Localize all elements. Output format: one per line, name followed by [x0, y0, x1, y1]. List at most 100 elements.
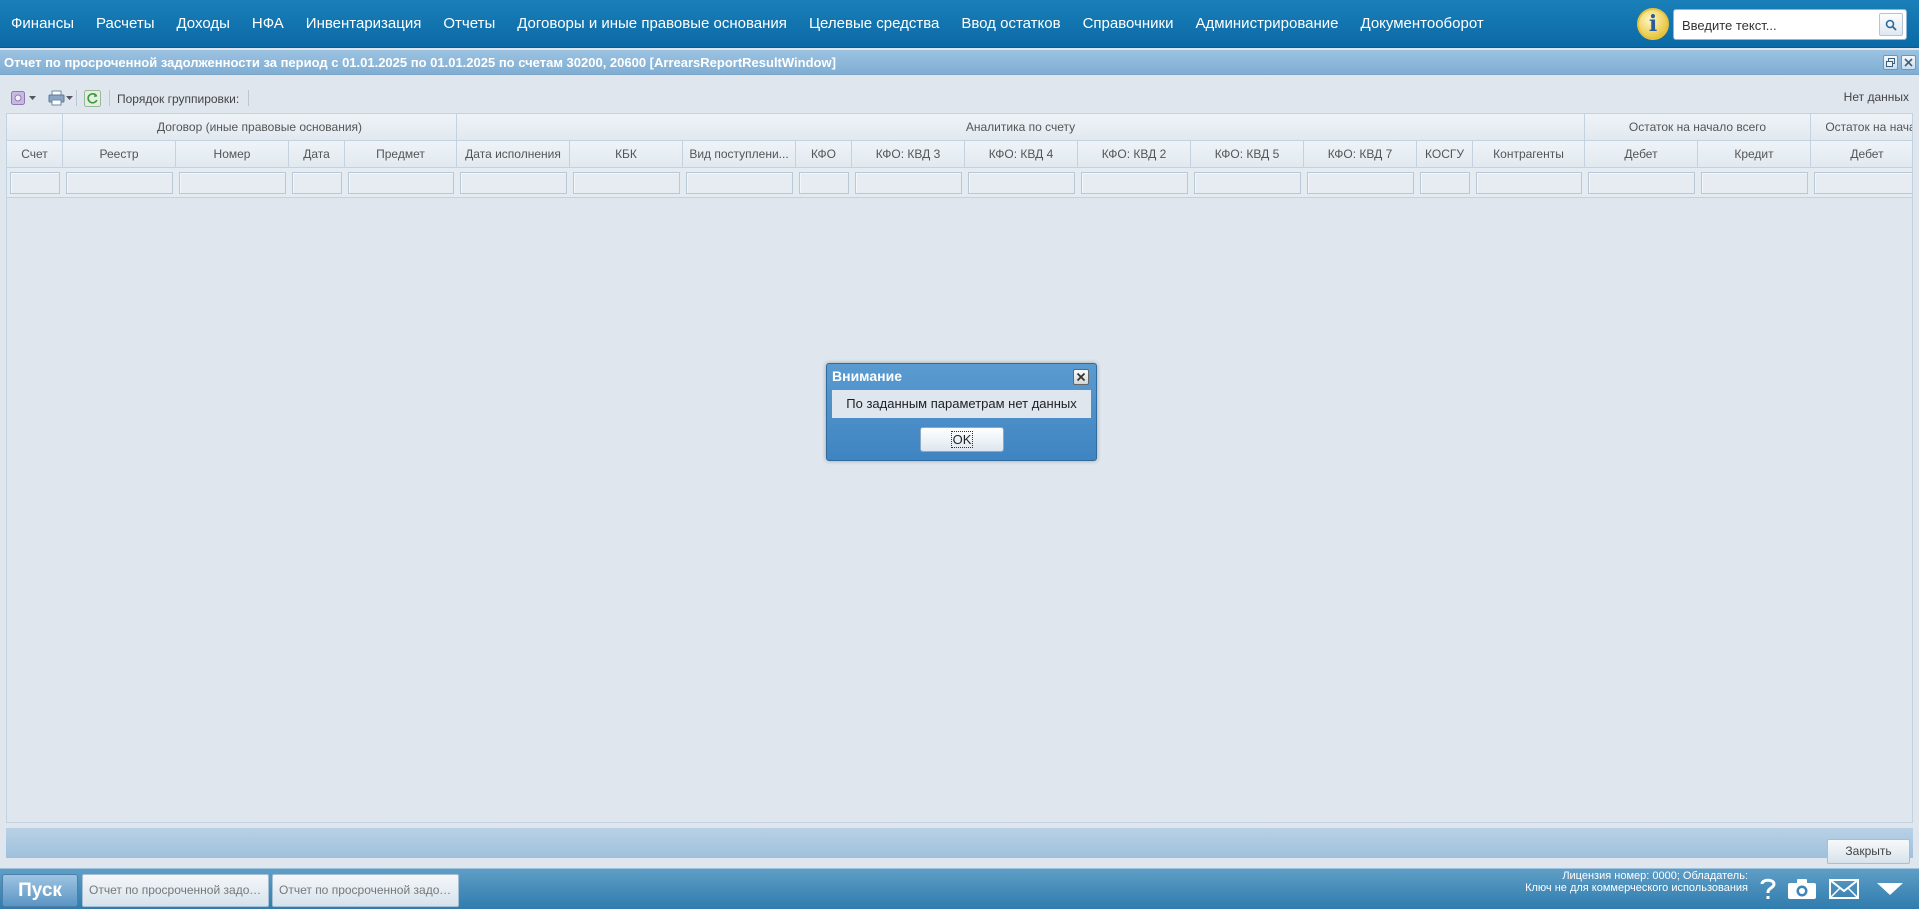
menu-item-directories[interactable]: Справочники — [1072, 0, 1185, 48]
group-header-account-analytics: Аналитика по счету — [457, 114, 1585, 140]
filter-counterparties[interactable] — [1476, 172, 1582, 194]
search-box — [1673, 9, 1907, 40]
grid-body — [7, 199, 1912, 822]
dialog-message: По заданным параметрам нет данных — [832, 390, 1091, 418]
column-header-account[interactable]: Счет — [7, 141, 63, 167]
column-header-debit[interactable]: Дебет — [1585, 141, 1698, 167]
filter-kbk[interactable] — [573, 172, 680, 194]
column-header-kbk[interactable]: КБК — [570, 141, 683, 167]
window-footer-bar — [6, 828, 1913, 858]
filter-account[interactable] — [10, 172, 60, 194]
column-header-date[interactable]: Дата — [289, 141, 345, 167]
menu-item-contracts[interactable]: Договоры и иные правовые основания — [506, 0, 798, 48]
dialog-ok-label: OK — [950, 431, 974, 448]
menu-item-document-flow[interactable]: Документооборот — [1350, 0, 1495, 48]
group-header-row: Договор (иные правовые основания) Аналит… — [7, 114, 1912, 141]
column-header-kfo-kvd-2[interactable]: КФО: КВД 2 — [1078, 141, 1191, 167]
filter-kfo-kvd-4[interactable] — [968, 172, 1075, 194]
filter-debit[interactable] — [1588, 172, 1695, 194]
tray-menu-button[interactable] — [1874, 874, 1906, 904]
settings-dropdown-button[interactable] — [11, 89, 36, 107]
filter-debit-2[interactable] — [1814, 172, 1912, 194]
window-close-button[interactable] — [1901, 55, 1916, 70]
toolbar-separator — [248, 90, 249, 106]
refresh-button[interactable] — [84, 89, 101, 107]
start-button[interactable]: Пуск — [2, 874, 78, 907]
menu-item-nfa[interactable]: НФА — [241, 0, 295, 48]
restore-icon — [1886, 58, 1895, 67]
help-button[interactable] — [1757, 874, 1779, 904]
settings-icon — [11, 91, 25, 105]
column-header-subject[interactable]: Предмет — [345, 141, 457, 167]
column-header-kfo-kvd-3[interactable]: КФО: КВД 3 — [852, 141, 965, 167]
menu-item-finance[interactable]: Финансы — [0, 0, 85, 48]
column-header-registry[interactable]: Реестр — [63, 141, 176, 167]
column-header-kfo[interactable]: КФО — [796, 141, 852, 167]
refresh-icon — [84, 89, 101, 107]
report-toolbar: Порядок группировки: Нет данных — [6, 84, 1913, 112]
dialog-close-button[interactable] — [1073, 369, 1089, 385]
menu-item-income[interactable]: Доходы — [165, 0, 240, 48]
messages-button[interactable] — [1828, 874, 1860, 904]
menu-item-opening-balances[interactable]: Ввод остатков — [950, 0, 1071, 48]
column-header-credit[interactable]: Кредит — [1698, 141, 1811, 167]
filter-kfo-kvd-5[interactable] — [1194, 172, 1301, 194]
report-grid: Договор (иные правовые основания) Аналит… — [6, 113, 1913, 823]
filter-kfo-kvd-7[interactable] — [1307, 172, 1414, 194]
column-header-counterparties[interactable]: Контрагенты — [1473, 141, 1585, 167]
taskbar-task-2[interactable]: Отчет по просроченной задолженности — [272, 874, 459, 907]
filter-registry[interactable] — [66, 172, 173, 194]
filter-execution-date[interactable] — [460, 172, 567, 194]
screenshot-button[interactable] — [1786, 874, 1818, 904]
toolbar-separator — [76, 90, 77, 106]
window-title: Отчет по просроченной задолженности за п… — [4, 55, 836, 70]
toolbar-separator — [109, 90, 110, 106]
search-input[interactable] — [1682, 15, 1872, 35]
main-menu-bar: Финансы Расчеты Доходы НФА Инвентаризаци… — [0, 0, 1919, 48]
column-header-row: Счет Реестр Номер Дата Предмет Дата испо… — [7, 141, 1912, 168]
filter-kosgu[interactable] — [1420, 172, 1470, 194]
chevron-down-icon — [1877, 883, 1903, 895]
no-data-label: Нет данных — [1843, 90, 1909, 104]
close-icon — [1904, 58, 1913, 67]
filter-income-type[interactable] — [686, 172, 793, 194]
group-header-opening-balance-total: Остаток на начало всего — [1585, 114, 1811, 140]
group-header-opening-balance: Остаток на нача — [1811, 114, 1912, 140]
info-icon[interactable]: i — [1637, 8, 1669, 40]
filter-number[interactable] — [179, 172, 286, 194]
filter-kfo-kvd-2[interactable] — [1081, 172, 1188, 194]
window-restore-button[interactable] — [1883, 55, 1898, 70]
column-header-kosgu[interactable]: КОСГУ — [1417, 141, 1473, 167]
menu-item-settlements[interactable]: Расчеты — [85, 0, 166, 48]
dialog-ok-button[interactable]: OK — [920, 427, 1004, 452]
license-info: Лицензия номер: 0000; Обладатель: Ключ н… — [1470, 870, 1748, 894]
column-header-kfo-kvd-7[interactable]: КФО: КВД 7 — [1304, 141, 1417, 167]
filter-date[interactable] — [292, 172, 342, 194]
close-window-button[interactable]: Закрыть — [1827, 839, 1910, 864]
column-header-debit-2[interactable]: Дебет — [1811, 141, 1912, 167]
chevron-down-icon — [29, 95, 36, 100]
chevron-down-icon — [66, 95, 73, 100]
menu-item-target-funds[interactable]: Целевые средства — [798, 0, 950, 48]
filter-kfo-kvd-3[interactable] — [855, 172, 962, 194]
column-header-execution-date[interactable]: Дата исполнения — [457, 141, 570, 167]
license-line-2: Ключ не для коммерческого использования — [1525, 882, 1748, 894]
group-header-empty — [7, 114, 63, 140]
dialog-title: Внимание — [832, 368, 902, 384]
column-header-income-type[interactable]: Вид поступлени... — [683, 141, 796, 167]
filter-credit[interactable] — [1701, 172, 1808, 194]
menu-item-reports[interactable]: Отчеты — [432, 0, 506, 48]
column-header-kfo-kvd-4[interactable]: КФО: КВД 4 — [965, 141, 1078, 167]
taskbar-task-1[interactable]: Отчет по просроченной задолженности — [82, 874, 269, 907]
column-header-number[interactable]: Номер — [176, 141, 289, 167]
filter-subject[interactable] — [348, 172, 454, 194]
column-header-kfo-kvd-5[interactable]: КФО: КВД 5 — [1191, 141, 1304, 167]
print-dropdown-button[interactable] — [48, 89, 73, 107]
menu-item-inventory[interactable]: Инвентаризация — [295, 0, 433, 48]
window-title-bar: Отчет по просроченной задолженности за п… — [0, 50, 1919, 75]
mail-icon — [1829, 879, 1859, 899]
filter-kfo[interactable] — [799, 172, 849, 194]
help-icon — [1760, 878, 1776, 899]
search-button[interactable] — [1879, 13, 1903, 36]
menu-item-administration[interactable]: Администрирование — [1184, 0, 1349, 48]
